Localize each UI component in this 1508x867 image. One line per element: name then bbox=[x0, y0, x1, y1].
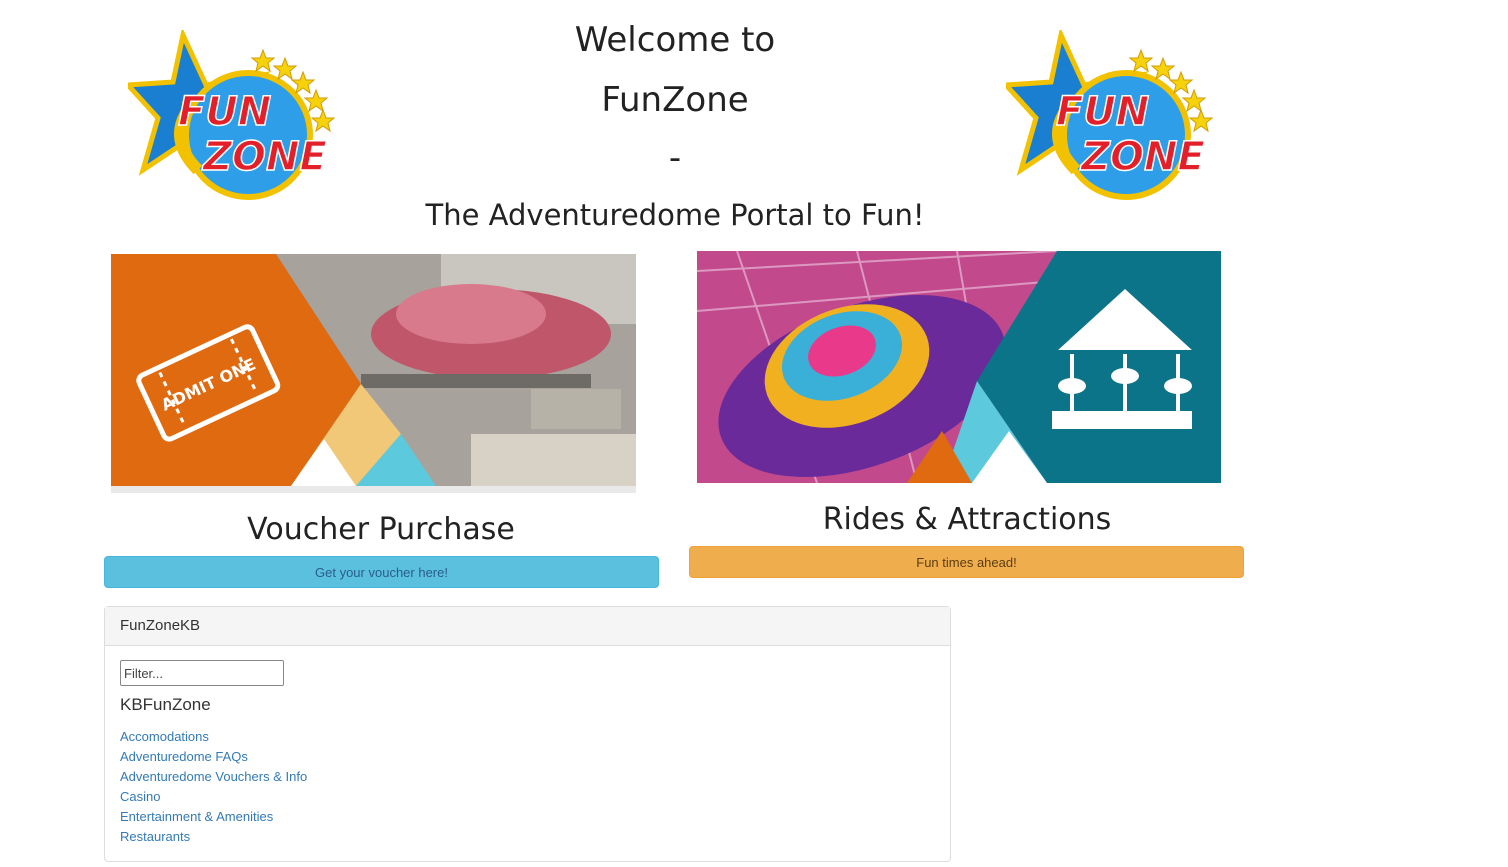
kb-panel-header: FunZoneKB bbox=[105, 607, 950, 646]
svg-text:ZONE: ZONE bbox=[201, 134, 327, 180]
kb-panel: FunZoneKB KBFunZone Accomodations Advent… bbox=[104, 606, 951, 862]
kb-link-entertainment[interactable]: Entertainment & Amenities bbox=[120, 809, 273, 824]
rides-image[interactable] bbox=[697, 251, 1221, 483]
kb-link-restaurants[interactable]: Restaurants bbox=[120, 829, 190, 844]
rides-title: Rides & Attractions bbox=[822, 502, 1112, 537]
kb-link-adventuredome-faqs[interactable]: Adventuredome FAQs bbox=[120, 749, 248, 764]
fun-times-button[interactable]: Fun times ahead! bbox=[689, 546, 1244, 578]
welcome-title-line2: FunZone bbox=[601, 80, 749, 120]
funzone-logo-left: FUN ZONE bbox=[128, 30, 336, 200]
welcome-title-dash: - bbox=[668, 138, 682, 178]
kb-link-casino[interactable]: Casino bbox=[120, 789, 160, 804]
list-item: Adventuredome Vouchers & Info bbox=[120, 767, 307, 787]
svg-text:FUN: FUN bbox=[178, 89, 271, 135]
list-item: Accomodations bbox=[120, 727, 307, 747]
voucher-image[interactable]: ADMIT ONE bbox=[111, 254, 636, 493]
svg-text:ZONE: ZONE bbox=[1079, 134, 1205, 180]
list-item: Entertainment & Amenities bbox=[120, 807, 307, 827]
svg-text:FUN: FUN bbox=[1056, 89, 1149, 135]
funzone-logo-right: FUN ZONE bbox=[1006, 30, 1214, 200]
list-item: Adventuredome FAQs bbox=[120, 747, 307, 767]
kb-link-list: Accomodations Adventuredome FAQs Adventu… bbox=[120, 727, 307, 847]
kb-filter-input[interactable] bbox=[120, 660, 284, 686]
get-voucher-button[interactable]: Get your voucher here! bbox=[104, 556, 659, 588]
list-item: Restaurants bbox=[120, 827, 307, 847]
voucher-title: Voucher Purchase bbox=[247, 512, 515, 547]
kb-link-vouchers-info[interactable]: Adventuredome Vouchers & Info bbox=[120, 769, 307, 784]
kb-heading: KBFunZone bbox=[120, 695, 211, 714]
kb-link-accomodations[interactable]: Accomodations bbox=[120, 729, 209, 744]
welcome-title-line1: Welcome to bbox=[574, 20, 776, 60]
list-item: Casino bbox=[120, 787, 307, 807]
page-tagline: The Adventuredome Portal to Fun! bbox=[425, 198, 925, 232]
